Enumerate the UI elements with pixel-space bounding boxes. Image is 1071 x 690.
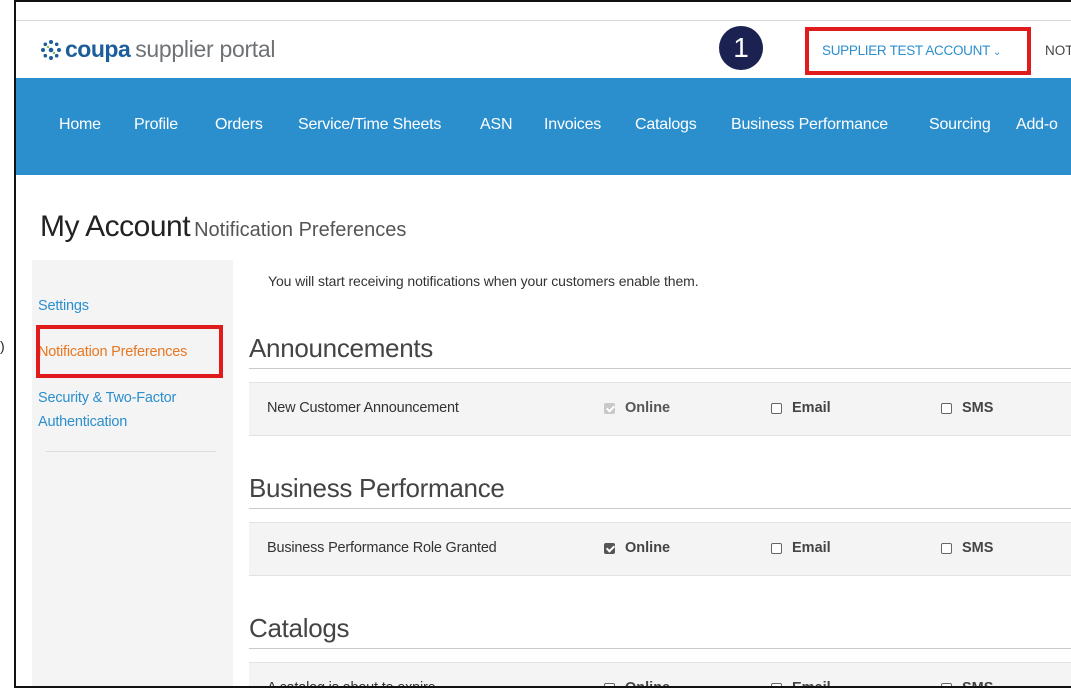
sidebar-highlight-box: [36, 325, 223, 378]
logo-product-text: supplier portal: [135, 36, 276, 62]
email-label: Email: [792, 680, 831, 688]
coupa-logo[interactable]: coupa supplier portal: [40, 36, 276, 63]
checkbox-unchecked-icon: [941, 682, 952, 686]
sidebar-divider: [46, 451, 216, 452]
checkbox-unchecked-icon: [604, 682, 615, 686]
online-checkbox[interactable]: Online: [604, 680, 671, 688]
info-message: You will start receiving notifications w…: [268, 273, 699, 289]
online-label: Online: [625, 680, 671, 688]
email-checkbox[interactable]: Email: [771, 540, 831, 556]
email-checkbox[interactable]: Email: [771, 400, 831, 416]
nav-home[interactable]: Home: [59, 116, 101, 134]
screenshot-frame: coupa supplier portal 1 SUPPLIER TEST AC…: [14, 0, 1071, 688]
nav-service-time-sheets[interactable]: Service/Time Sheets: [298, 116, 441, 134]
coupa-logo-icon: [41, 39, 61, 60]
online-label: Online: [625, 400, 671, 416]
page-title-sub: Notification Preferences: [194, 219, 407, 241]
nav-catalogs[interactable]: Catalogs: [635, 116, 697, 134]
sms-checkbox[interactable]: SMS: [941, 540, 993, 556]
checkbox-unchecked-icon: [771, 402, 782, 414]
checkbox-checked-icon: [604, 542, 615, 554]
sidebar-item-label: Authentication: [38, 414, 128, 430]
nav-sourcing[interactable]: Sourcing: [929, 116, 991, 134]
sidebar-item-label: Security & Two-Factor: [38, 390, 177, 406]
preference-label: New Customer Announcement: [267, 400, 459, 416]
sidebar-item-settings[interactable]: Settings: [38, 294, 89, 318]
section-heading-announcements: Announcements: [249, 333, 434, 363]
checkbox-unchecked-icon: [941, 542, 952, 554]
sms-checkbox[interactable]: SMS: [941, 680, 994, 688]
sms-checkbox[interactable]: SMS: [941, 400, 993, 416]
step-number-badge: 1: [719, 26, 763, 70]
nav-business-performance[interactable]: Business Performance: [731, 116, 888, 134]
logo-brand-text: coupa: [65, 36, 131, 62]
checkbox-unchecked-icon: [771, 542, 782, 554]
nav-profile[interactable]: Profile: [134, 116, 178, 134]
page-title: My Account Notification Preferences: [40, 210, 406, 244]
sms-label: SMS: [962, 680, 994, 688]
section-divider: [249, 508, 1071, 509]
preference-row: Business Performance Role Granted Online…: [249, 522, 1071, 576]
account-name: SUPPLIER TEST ACCOUNT: [822, 43, 990, 58]
preference-row: A catalog is about to expire Online Emai…: [249, 662, 1071, 688]
nav-add-ons[interactable]: Add-o: [1016, 116, 1058, 134]
main-nav: Home Profile Orders Service/Time Sheets …: [16, 78, 1071, 175]
preference-label: A catalog is about to expire: [267, 680, 436, 688]
section-heading-business-performance: Business Performance: [249, 473, 505, 503]
sms-label: SMS: [962, 540, 994, 556]
email-label: Email: [792, 540, 831, 556]
section-divider: [249, 648, 1071, 649]
email-label: Email: [792, 400, 831, 416]
checkbox-unchecked-icon: [941, 402, 952, 414]
nav-invoices[interactable]: Invoices: [544, 116, 601, 134]
edge-fragment: ): [0, 338, 5, 354]
checkbox-checked-disabled-icon: [604, 402, 615, 414]
online-checkbox[interactable]: Online: [604, 400, 670, 416]
online-label: Online: [625, 540, 671, 556]
email-checkbox[interactable]: Email: [771, 680, 831, 688]
section-divider: [249, 368, 1071, 369]
sms-label: SMS: [962, 400, 994, 416]
page-title-main: My Account: [40, 210, 191, 243]
notifications-link[interactable]: NOT: [1045, 43, 1071, 58]
online-checkbox[interactable]: Online: [604, 540, 670, 556]
checkbox-unchecked-icon: [771, 682, 782, 686]
account-menu-button[interactable]: SUPPLIER TEST ACCOUNT ⌄: [822, 43, 1001, 58]
preference-label: Business Performance Role Granted: [267, 540, 497, 556]
sidebar-item-security[interactable]: Security & Two-Factor Authentication: [38, 386, 176, 434]
section-heading-catalogs: Catalogs: [249, 613, 350, 643]
nav-asn[interactable]: ASN: [480, 116, 513, 134]
chevron-down-icon: ⌄: [993, 47, 1002, 58]
top-header: coupa supplier portal 1 SUPPLIER TEST AC…: [16, 20, 1071, 77]
nav-orders[interactable]: Orders: [215, 116, 263, 134]
preference-row: New Customer Announcement Online Email S…: [249, 382, 1071, 436]
